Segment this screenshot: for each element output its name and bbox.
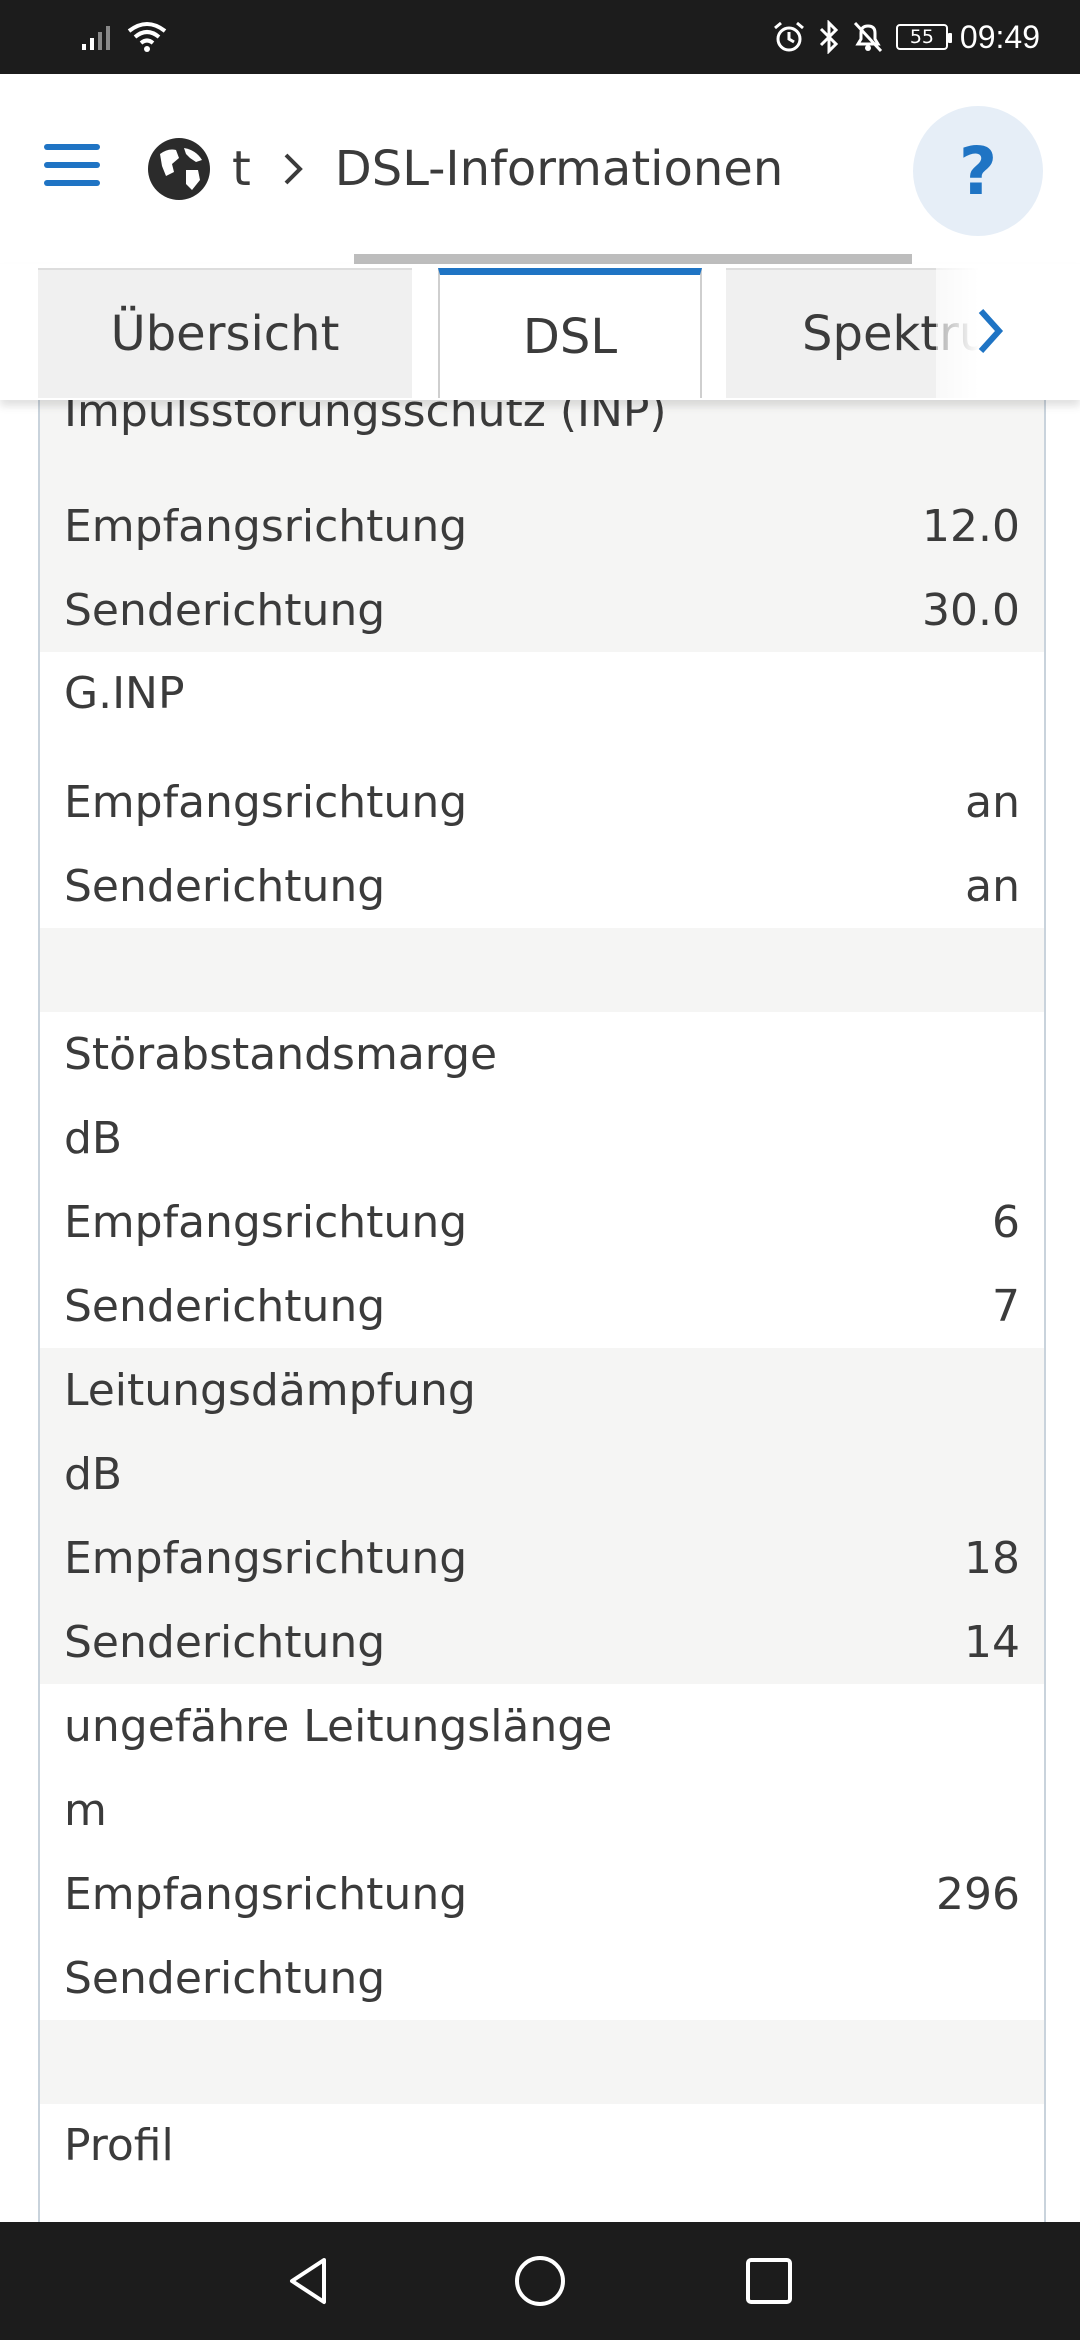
- inp-tx-row: Senderichtung 30.0: [40, 568, 1044, 652]
- profile-title-row: Profil: [40, 2104, 1044, 2222]
- attenuation-title-row: Leitungsdämpfung: [40, 1348, 1044, 1432]
- globe-icon[interactable]: [146, 136, 212, 202]
- snr-title-row: Störabstandsmarge: [40, 1012, 1044, 1096]
- alarm-icon: [773, 21, 804, 52]
- spacer-row: [40, 2020, 1044, 2104]
- system-navigation-bar: [0, 2222, 1080, 2340]
- row-label: Empfangsrichtung: [64, 1868, 468, 1920]
- unit-label: m: [64, 1784, 107, 1836]
- home-icon[interactable]: [513, 2254, 567, 2308]
- help-button[interactable]: ?: [913, 106, 1043, 236]
- length-unit-row: m: [40, 1768, 1044, 1852]
- row-label: Senderichtung: [64, 1616, 386, 1668]
- back-icon[interactable]: [282, 2254, 336, 2308]
- length-rx-row: Empfangsrichtung 296: [40, 1852, 1044, 1936]
- ginp-title-row: G.INP: [40, 652, 1044, 760]
- chevron-right-icon: [978, 308, 1004, 354]
- attenuation-rx-row: Empfangsrichtung 18: [40, 1516, 1044, 1600]
- length-tx-row: Senderichtung: [40, 1936, 1044, 2020]
- attenuation-unit-row: dB: [40, 1432, 1044, 1516]
- row-label: Empfangsrichtung: [64, 1196, 468, 1248]
- row-label: Empfangsrichtung: [64, 776, 468, 828]
- snr-tx-row: Senderichtung 7: [40, 1264, 1044, 1348]
- row-label: Empfangsrichtung: [64, 1532, 468, 1584]
- attenuation-tx-row: Senderichtung 14: [40, 1600, 1044, 1684]
- row-value: 30.0: [922, 584, 1020, 636]
- section-title: Profil: [64, 2120, 174, 2171]
- breadcrumb-item-current: DSL-Informationen: [334, 141, 784, 197]
- row-value: 7: [992, 1280, 1020, 1332]
- signal-icon: [82, 26, 110, 50]
- breadcrumb: net DSL-Informationen: [230, 134, 900, 204]
- tab-bar: Übersicht DSL Spektrum: [0, 264, 1080, 400]
- row-label: Senderichtung: [64, 1280, 386, 1332]
- ginp-tx-row: Senderichtung an: [40, 844, 1044, 928]
- chevron-right-icon: [281, 134, 305, 204]
- inp-title-row: Impulsstörungsschutz (INP): [40, 400, 1044, 484]
- row-label: Senderichtung: [64, 860, 386, 912]
- section-title: ungefähre Leitungslänge: [64, 1700, 613, 1752]
- unit-label: dB: [64, 1448, 123, 1500]
- row-value: 18: [964, 1532, 1020, 1584]
- clock: 09:49: [959, 18, 1040, 55]
- menu-icon: [44, 144, 100, 150]
- menu-button[interactable]: [44, 144, 100, 190]
- row-value: 296: [936, 1868, 1020, 1920]
- battery-level: 55: [909, 26, 935, 48]
- breadcrumb-scroll-indicator: [354, 254, 912, 264]
- row-value: 14: [964, 1616, 1020, 1668]
- wifi-icon: [127, 22, 167, 52]
- status-right: 55 09:49: [772, 14, 1040, 60]
- length-title-row: ungefähre Leitungslänge: [40, 1684, 1044, 1768]
- section-title: Störabstandsmarge: [64, 1028, 498, 1080]
- row-label: Senderichtung: [64, 1952, 386, 2004]
- breadcrumb-item-internet[interactable]: net: [230, 134, 251, 204]
- row-value: an: [965, 776, 1020, 828]
- status-left: [80, 18, 168, 56]
- inp-rx-row: Empfangsrichtung 12.0: [40, 484, 1044, 568]
- bluetooth-icon: [819, 20, 839, 54]
- spacer-row: [40, 928, 1044, 1012]
- tab-dsl[interactable]: DSL: [438, 268, 702, 398]
- snr-unit-row: dB: [40, 1096, 1044, 1180]
- recent-apps-icon[interactable]: [742, 2254, 796, 2308]
- tab-overview[interactable]: Übersicht: [38, 268, 412, 398]
- section-title: G.INP: [64, 668, 185, 719]
- ginp-rx-row: Empfangsrichtung an: [40, 760, 1044, 844]
- status-bar: 55 09:49: [0, 0, 1080, 74]
- battery-icon: 55: [895, 24, 952, 50]
- unit-label: dB: [64, 1112, 123, 1164]
- app-header: net DSL-Informationen ?: [0, 74, 1080, 264]
- row-label: Empfangsrichtung: [64, 500, 468, 552]
- row-value: 6: [992, 1196, 1020, 1248]
- section-title: Impulsstörungsschutz (INP): [64, 400, 667, 437]
- row-value: 12.0: [922, 500, 1020, 552]
- row-label: Senderichtung: [64, 584, 386, 636]
- dsl-info-list: Impulsstörungsschutz (INP) Empfangsricht…: [38, 400, 1046, 2222]
- section-title: Leitungsdämpfung: [64, 1364, 476, 1416]
- tab-scroll-right-button[interactable]: [936, 264, 1044, 398]
- snr-rx-row: Empfangsrichtung 6: [40, 1180, 1044, 1264]
- mute-icon: [853, 21, 883, 53]
- row-value: an: [965, 860, 1020, 912]
